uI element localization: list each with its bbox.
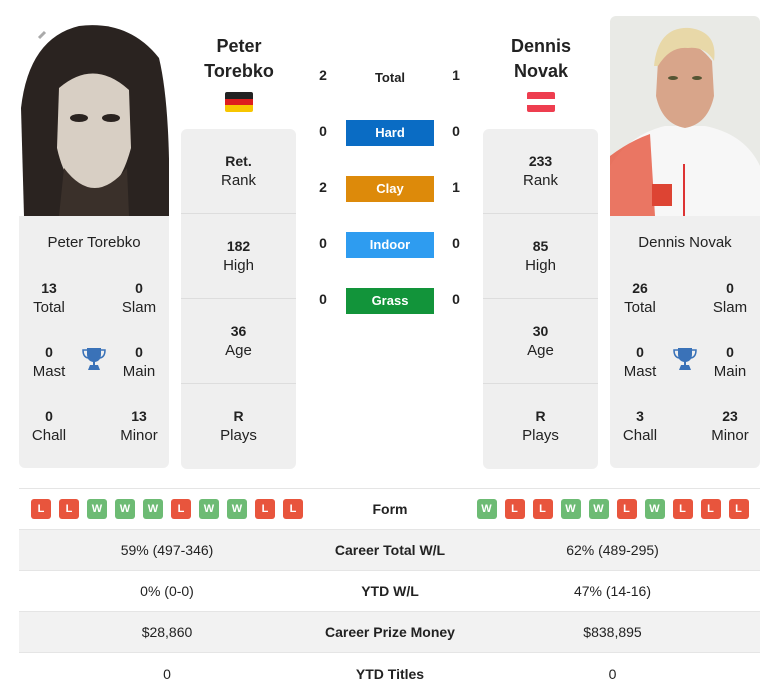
form-loss-badge: L [700,499,721,519]
player2-minor-titles: 23 Minor [711,408,749,444]
h2h-total-p1: 2 [319,67,327,83]
form-loss-badge: L [171,499,191,519]
player1-main-titles: 0 Main [122,344,156,380]
player2-career-wl: 62% (489-295) [566,542,659,558]
form-win-badge: W [227,499,247,519]
player2-slam-titles: 0 Slam [712,280,748,316]
player2-mast-titles: 0 Mast [623,344,657,380]
ytd-titles-row: 0 YTD Titles 0 [19,653,760,694]
h2h-clay-p1: 2 [319,179,327,195]
h2h-hard-p2: 0 [452,123,460,139]
h2h-hard-p1: 0 [319,123,327,139]
player1-slam-titles: 0 Slam [121,280,157,316]
germany-flag-icon [225,92,253,112]
prize-money-row: $28,860 Career Prize Money $838,895 [19,612,760,653]
player1-high: 182 High [181,214,296,299]
form-win-badge: W [588,499,609,519]
player1-age: 36 Age [181,299,296,384]
prize-money-label: Career Prize Money [325,624,455,640]
player2-high: 85 High [483,214,598,299]
player1-total-titles: 13 Total [33,280,65,316]
ytd-titles-label: YTD Titles [355,665,425,682]
player1-heading: Peter Torebko [204,36,274,81]
form-loss-badge: L [59,499,79,519]
form-loss-badge: L [31,499,51,519]
h2h-grass-p2: 0 [452,291,460,307]
player2-ytd-wl: 47% (14-16) [573,583,652,599]
form-loss-badge: L [255,499,275,519]
career-wl-label: Career Total W/L [334,542,446,558]
player1-rank: Ret. Rank [181,129,296,214]
player2-age: 30 Age [483,299,598,384]
player1-photo [19,18,169,216]
player2-prize-money: $838,895 [583,624,642,640]
player1-career-wl: 59% (497-346) [120,542,214,558]
h2h-grass-p1: 0 [319,291,327,307]
player2-total-titles: 26 Total [624,280,656,316]
form-win-badge: W [476,499,497,519]
form-loss-badge: L [504,499,525,519]
player2-plays: R Plays [522,408,559,444]
player2-rank: 233 Rank [483,129,598,214]
form-win-badge: W [199,499,219,519]
comparison-table: LLWWWLWWLL Form WLLWWLWLLL 59% (497-346)… [19,488,760,694]
surface-grass: Grass [346,288,434,314]
player2-photo [610,16,760,216]
form-label: Form [372,501,408,517]
player1-ytd-titles: 0 [163,665,171,682]
form-win-badge: W [644,499,665,519]
player2-ytd-titles: 0 [608,665,617,682]
form-loss-badge: L [672,499,693,519]
player2-chall-titles: 3 Chall [622,408,658,444]
player2-titles-card: Dennis Novak 26 Total 0 Slam 0 Mast 0 Main 3… [610,216,760,468]
player2-name: Dennis Novak [638,234,732,251]
player1-name: Peter Torebko [47,234,141,251]
form-win-badge: W [560,499,581,519]
player1-form: LLWWWLWWLL [19,499,315,519]
form-win-badge: W [143,499,163,519]
austria-flag-icon [527,92,555,112]
form-loss-badge: L [728,499,749,519]
ytd-wl-label: YTD W/L [361,583,419,599]
player1-ytd-wl: 0% (0-0) [140,583,194,599]
player1-titles-card: Peter Torebko 13 Total 0 Slam 0 Mast 0 Main … [19,216,169,468]
surface-hard: Hard [346,120,434,146]
h2h-total-label: Total [374,70,406,85]
player2-form: WLLWWLWLLL [465,499,760,519]
surface-clay: Clay [346,176,434,202]
player1-plays: R Plays [220,408,257,444]
form-win-badge: W [87,499,107,519]
form-row: LLWWWLWWLL Form WLLWWLWLLL [19,489,760,530]
ytd-wl-row: 0% (0-0) YTD W/L 47% (14-16) [19,571,760,612]
player1-prize-money: $28,860 [141,624,193,640]
player1-chall-titles: 0 Chall [31,408,67,444]
form-loss-badge: L [532,499,553,519]
surface-indoor: Indoor [346,232,434,258]
h2h-total-p2: 1 [452,67,460,83]
player1-rank-box: Ret. Rank 182 High 36 Age R Plays [181,129,296,469]
player2-rank-box: 233 Rank 85 High 30 Age R Plays [483,129,598,469]
h2h-clay-p2: 1 [452,179,460,195]
form-win-badge: W [115,499,135,519]
player1-mast-titles: 0 Mast [32,344,66,380]
form-loss-badge: L [616,499,637,519]
h2h-indoor-p2: 0 [452,235,460,251]
player2-main-titles: 0 Main [713,344,747,380]
player1-minor-titles: 13 Minor [120,408,158,444]
form-loss-badge: L [283,499,303,519]
h2h-indoor-p1: 0 [319,235,327,251]
player2-heading: Dennis Novak [510,36,571,81]
career-wl-row: 59% (497-346) Career Total W/L 62% (489-… [19,530,760,571]
